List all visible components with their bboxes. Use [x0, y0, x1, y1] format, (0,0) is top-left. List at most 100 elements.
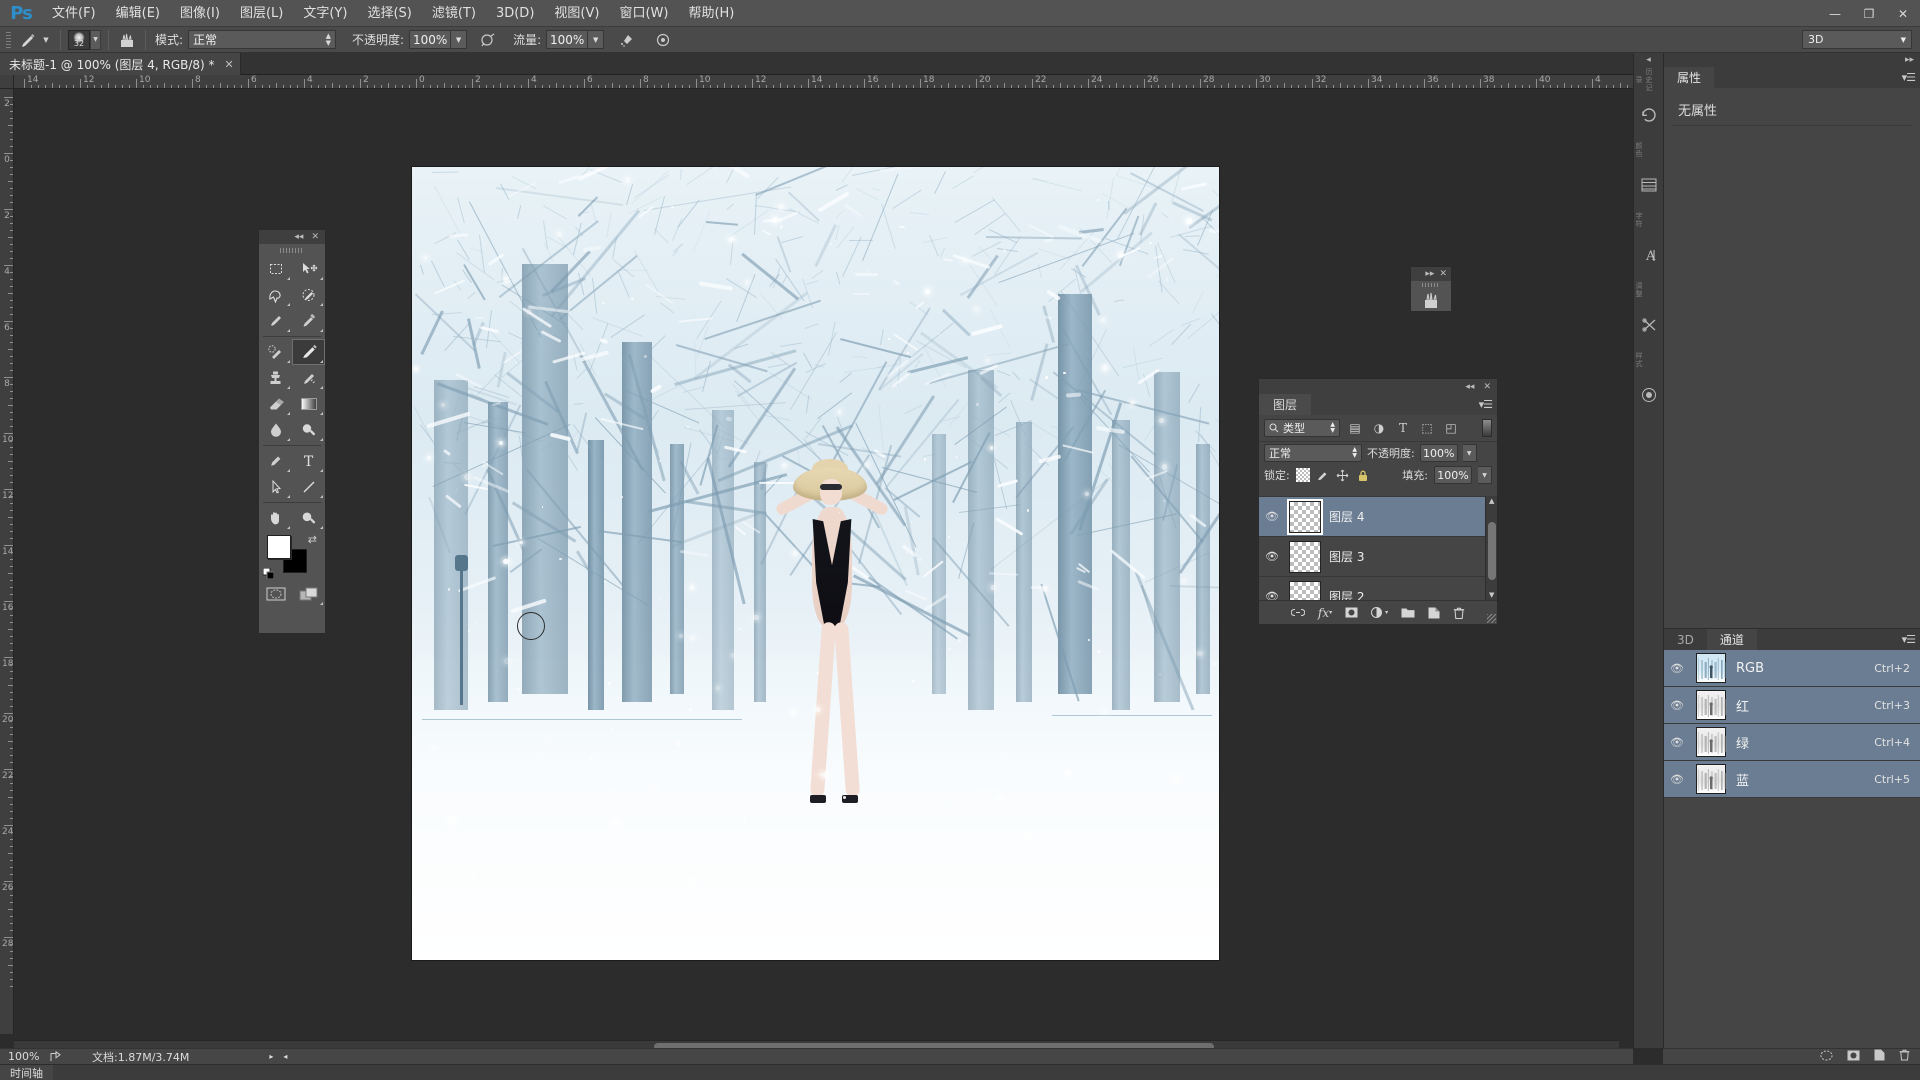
menu-layer[interactable]: 图层(L) [230, 0, 293, 27]
channel-thumbnail[interactable] [1696, 764, 1727, 794]
close-button[interactable]: ✕ [1886, 0, 1920, 27]
zoom-tool-icon[interactable] [292, 505, 325, 531]
load-channel-as-selection-button[interactable] [1820, 1050, 1833, 1064]
layer-style-button[interactable]: fx ▾ [1318, 606, 1332, 620]
layer-opacity-dropdown[interactable]: ▼ [1462, 444, 1477, 462]
layer-filter-kind-select[interactable]: 类型 ▲ ▼ [1264, 419, 1340, 437]
link-layers-button[interactable] [1290, 607, 1305, 618]
filter-adjustment-icon[interactable]: ◑ [1370, 419, 1388, 437]
lock-all-icon[interactable] [1356, 468, 1370, 482]
mini-panel-title-bar[interactable]: ▸▸ ✕ [1411, 267, 1451, 281]
tab-properties[interactable]: 属性 [1664, 67, 1715, 88]
brush-size-preview[interactable]: 32 [68, 29, 90, 50]
share-icon[interactable] [46, 1051, 68, 1062]
layer-mask-button[interactable] [1345, 607, 1358, 618]
swap-colors-icon[interactable]: ⇄ [308, 533, 317, 546]
layer-visibility-icon[interactable]: 👁 [1263, 510, 1281, 523]
channel-visibility-icon[interactable]: 👁 [1668, 662, 1686, 675]
layers-list[interactable]: 👁 图层 4 👁 图层 3 👁 图层 2 [1259, 496, 1497, 600]
menu-type[interactable]: 文字(Y) [293, 0, 357, 27]
layers-scroll-thumb[interactable] [1488, 522, 1496, 580]
status-expand-arrow-icon[interactable]: ▸ [269, 1052, 273, 1061]
layer-visibility-icon[interactable]: 👁 [1263, 590, 1281, 600]
ruler-corner[interactable] [0, 75, 14, 89]
pen-tool-icon[interactable] [259, 448, 292, 474]
lock-position-icon[interactable] [1336, 468, 1350, 482]
channel-thumbnail[interactable] [1696, 653, 1727, 683]
default-colors-icon[interactable] [262, 567, 275, 580]
rail-collapse-icon[interactable]: ◂ [1634, 53, 1663, 67]
table-row[interactable]: 👁 绿 Ctrl+4 [1664, 724, 1920, 761]
brush-tool-dropdown[interactable]: ▼ [39, 30, 53, 50]
layer-opacity-input[interactable]: 100% [1419, 444, 1458, 462]
table-row[interactable]: 👁 图层 2 [1259, 577, 1497, 600]
channel-visibility-icon[interactable]: 👁 [1668, 699, 1686, 712]
brush-tool-icon[interactable] [17, 30, 39, 50]
horizontal-ruler[interactable]: 14 12 10 8 6 4 2 0 2 4 6 8 10 12 14 16 18 20 22 24 26 28 30 32 3… [14, 75, 1633, 89]
expand-icon[interactable]: ▸▸ [1905, 55, 1914, 65]
adjustments-panel-icon[interactable] [1634, 303, 1664, 347]
channel-visibility-icon[interactable]: 👁 [1668, 736, 1686, 749]
table-row[interactable]: 👁 图层 3 [1259, 537, 1497, 577]
adjustment-layer-button[interactable]: ▾ [1371, 607, 1388, 618]
history-panel-icon[interactable] [1634, 93, 1664, 137]
quick-mask-icon[interactable] [259, 581, 292, 607]
menu-window[interactable]: 窗口(W) [609, 0, 678, 27]
close-icon[interactable]: ✕ [311, 232, 319, 242]
panel-menu-icon[interactable]: ▾☰ [1902, 633, 1916, 646]
brushes-panel-icon[interactable] [1411, 289, 1451, 311]
tab-3d[interactable]: 3D [1664, 629, 1707, 650]
channel-visibility-icon[interactable]: 👁 [1668, 773, 1686, 786]
dodge-tool-icon[interactable] [292, 417, 325, 443]
layer-fill-input[interactable]: 100% [1434, 466, 1472, 484]
layer-visibility-icon[interactable]: 👁 [1263, 550, 1281, 563]
channels-list[interactable]: 👁 RGB Ctrl+2 👁 红 Ctrl+3 👁 绿 Ctrl+4 👁 蓝 C… [1664, 650, 1920, 798]
new-channel-button[interactable] [1874, 1049, 1885, 1064]
blend-mode-select[interactable]: 正常 ▲ ▼ [188, 30, 337, 49]
menu-file[interactable]: 文件(F) [42, 0, 106, 27]
layers-panel-title-bar[interactable]: ◂◂ ✕ [1259, 379, 1497, 394]
opacity-input[interactable]: 100% [409, 30, 452, 49]
channel-thumbnail[interactable] [1696, 727, 1727, 757]
layer-thumbnail[interactable] [1289, 540, 1321, 573]
line-tool-icon[interactable] [292, 474, 325, 500]
menu-view[interactable]: 视图(V) [544, 0, 609, 27]
history-brush-tool-icon[interactable] [292, 365, 325, 391]
mini-panel-grip[interactable] [1411, 281, 1451, 289]
table-row[interactable]: 👁 图层 4 [1259, 497, 1497, 537]
menu-select[interactable]: 选择(S) [357, 0, 421, 27]
filter-type-icon[interactable]: T [1394, 419, 1412, 437]
table-row[interactable]: 👁 RGB Ctrl+2 [1664, 650, 1920, 687]
menu-edit[interactable]: 编辑(E) [106, 0, 170, 27]
filter-smart-object-icon[interactable]: ◰ [1442, 419, 1460, 437]
delete-channel-button[interactable] [1899, 1049, 1910, 1064]
collapse-icon[interactable]: ◂◂ [1465, 382, 1474, 392]
layer-fill-dropdown[interactable]: ▼ [1478, 466, 1492, 484]
expand-icon[interactable]: ▸▸ [1425, 269, 1434, 279]
filter-enable-toggle[interactable] [1482, 419, 1492, 437]
tab-channels[interactable]: 通道 [1706, 629, 1757, 650]
gradient-tool-icon[interactable] [292, 391, 325, 417]
layer-blend-mode-select[interactable]: 正常 ▲ ▼ [1264, 444, 1362, 462]
color-panel-icon[interactable] [1634, 163, 1664, 207]
character-panel-icon[interactable]: A [1634, 233, 1664, 277]
vertical-ruler[interactable]: 2 0 2 4 6 8 10 12 14 16 18 20 22 24 26 28 [0, 89, 14, 1034]
filter-pixel-icon[interactable]: ▤ [1346, 419, 1364, 437]
save-selection-as-channel-button[interactable] [1847, 1050, 1860, 1064]
tab-layers[interactable]: 图层 [1259, 394, 1312, 415]
tablet-pressure-size-icon[interactable] [652, 30, 674, 50]
document-canvas[interactable] [412, 167, 1219, 960]
rectangular-marquee-tool-icon[interactable] [259, 256, 292, 282]
table-row[interactable]: 👁 蓝 Ctrl+5 [1664, 761, 1920, 798]
status-resize-arrow-icon[interactable]: ◂ [283, 1052, 287, 1061]
layer-thumbnail[interactable] [1287, 498, 1323, 535]
dock-title-bar[interactable]: ▸▸ [1664, 53, 1920, 67]
delete-layer-button[interactable] [1453, 607, 1465, 619]
restore-button[interactable]: ❐ [1852, 0, 1886, 27]
new-group-button[interactable] [1401, 607, 1415, 618]
eyedropper-tool-icon[interactable] [292, 308, 325, 334]
workspace-switcher[interactable]: 3D ▼ [1802, 30, 1912, 49]
document-tab[interactable]: 未标题-1 @ 100% (图层 4, RGB/8) * ✕ [0, 53, 241, 75]
channel-thumbnail[interactable] [1696, 690, 1727, 720]
brush-preset-picker-dropdown[interactable]: ▼ [90, 29, 101, 50]
